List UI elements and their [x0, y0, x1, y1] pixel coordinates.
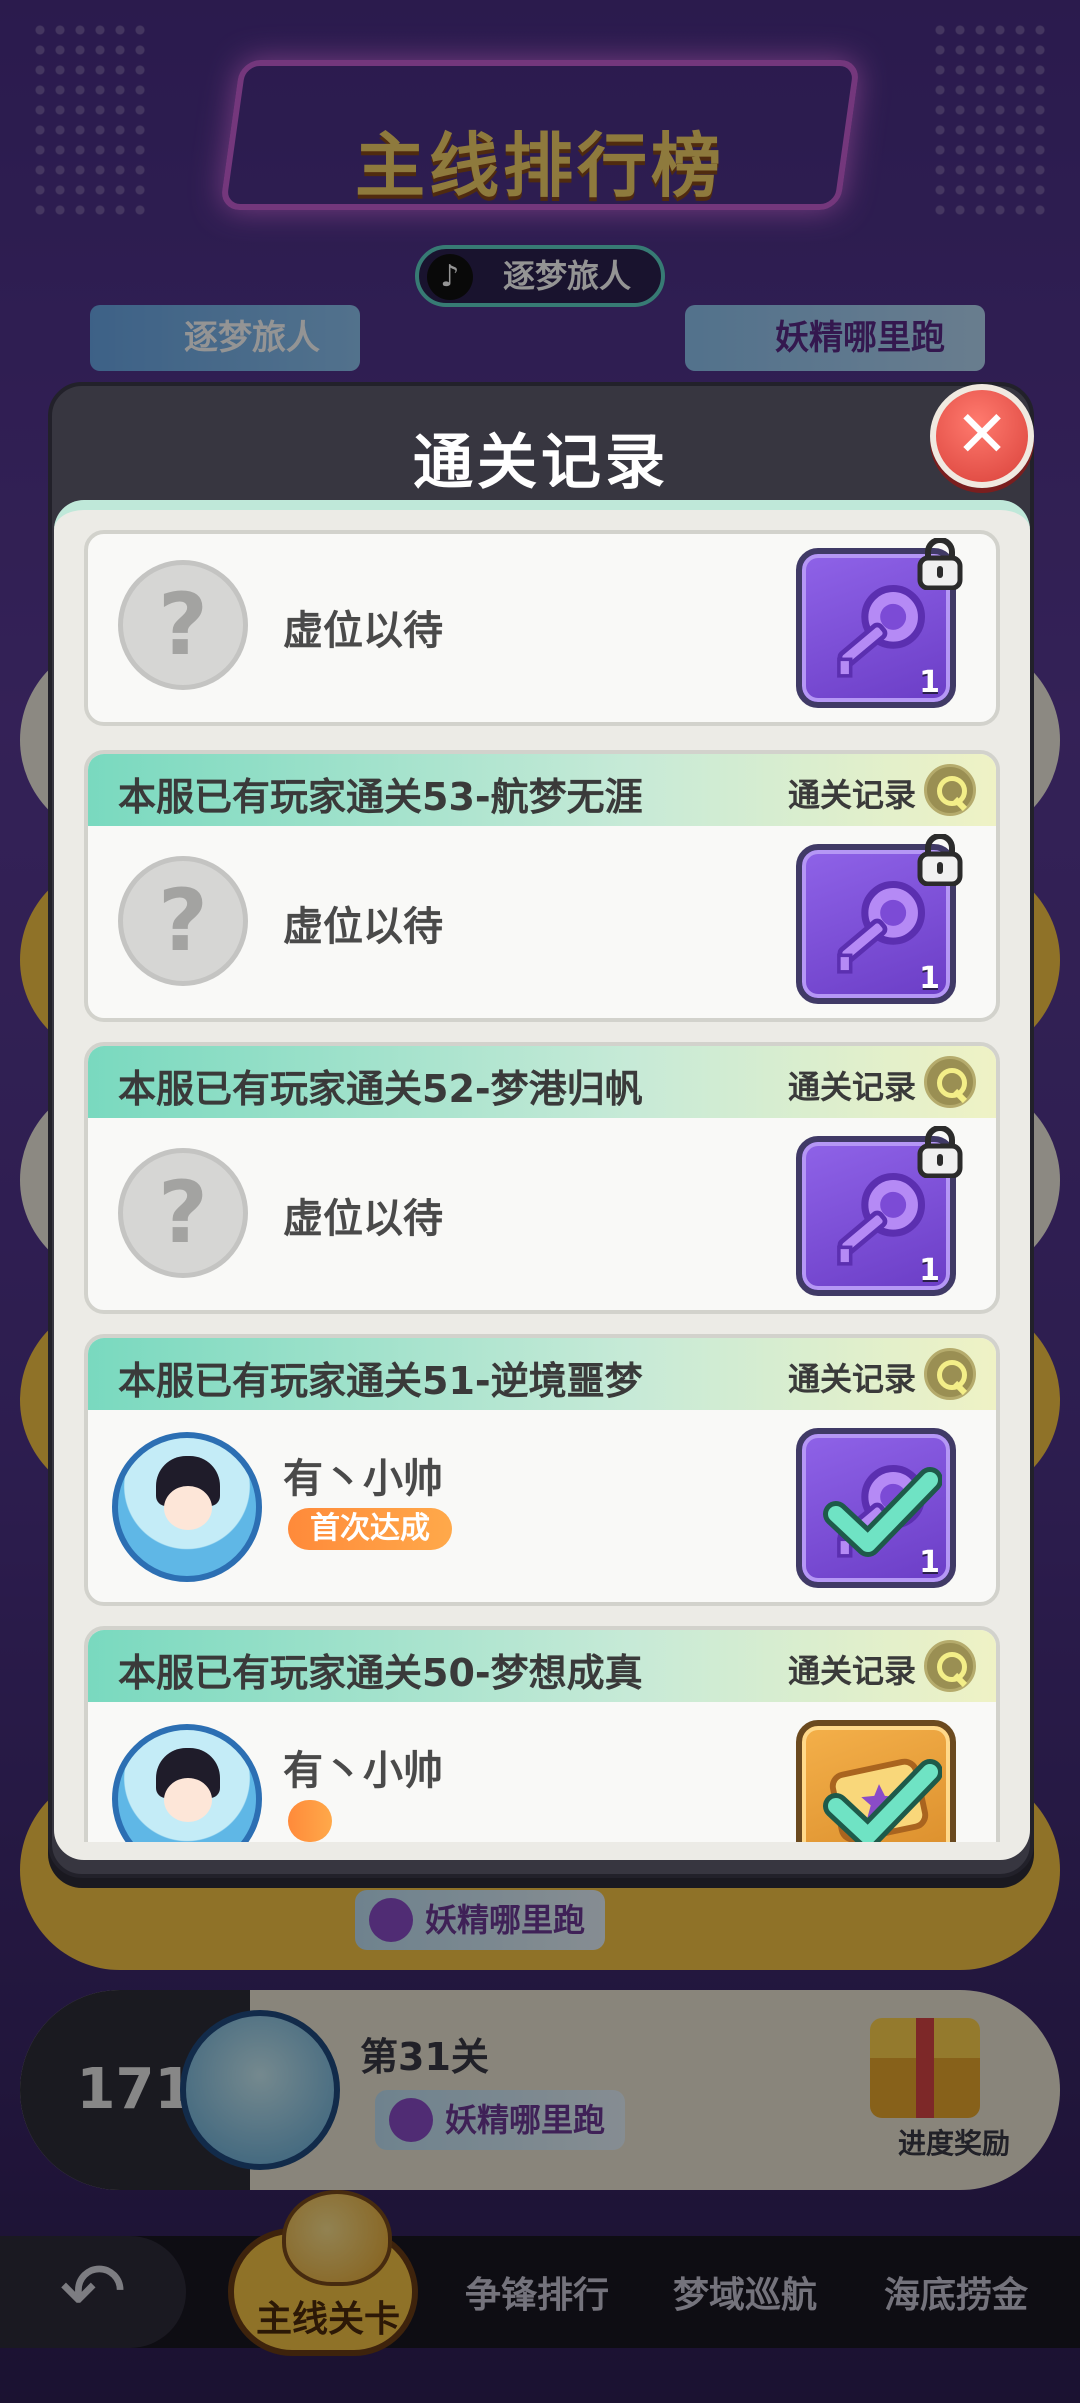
- close-icon: ✕: [955, 398, 1009, 472]
- reward-slot[interactable]: 1: [796, 1126, 963, 1296]
- card-header: 本服已有玩家通关51-逆境噩梦 通关记录: [88, 1338, 996, 1410]
- card-header-title: 本服已有玩家通关50-梦想成真: [118, 1651, 643, 1695]
- card-header: 本服已有玩家通关52-梦港归帆 通关记录: [88, 1046, 996, 1118]
- lock-icon: [917, 538, 963, 590]
- reward-slot[interactable]: [796, 1720, 956, 1842]
- first-clear-badge: 首次达成: [288, 1508, 452, 1550]
- card-header-title: 本服已有玩家通关51-逆境噩梦: [118, 1359, 643, 1403]
- reward-count: 1: [919, 961, 940, 996]
- player-name: 有丶小帅: [283, 1748, 443, 1794]
- player-avatar[interactable]: [112, 1432, 262, 1582]
- card-header: 本服已有玩家通关50-梦想成真 通关记录: [88, 1630, 996, 1702]
- record-card: 本服已有玩家通关53-航梦无涯 通关记录 ? 虚位以待 1: [84, 750, 1000, 1022]
- search-icon[interactable]: [924, 1056, 976, 1108]
- player-name: 虚位以待: [283, 1196, 443, 1242]
- clear-record-link[interactable]: 通关记录: [788, 1646, 916, 1692]
- modal-title: 通关记录: [413, 428, 669, 498]
- clear-record-link[interactable]: 通关记录: [788, 1062, 916, 1108]
- card-header-title: 本服已有玩家通关53-航梦无涯: [118, 775, 643, 819]
- player-name: 有丶小帅: [283, 1456, 443, 1502]
- first-clear-badge: [288, 1800, 332, 1842]
- unknown-player-icon: ?: [118, 560, 248, 690]
- clear-record-link[interactable]: 通关记录: [788, 770, 916, 816]
- reward-count: 1: [919, 665, 940, 700]
- lock-icon: [917, 1126, 963, 1178]
- check-icon: [823, 1759, 942, 1842]
- unknown-player-icon: ?: [118, 1148, 248, 1278]
- record-card: 本服已有玩家通关50-梦想成真 通关记录 有丶小帅: [84, 1626, 1000, 1842]
- search-icon[interactable]: [924, 764, 976, 816]
- record-card: 本服已有玩家通关52-梦港归帆 通关记录 ? 虚位以待 1: [84, 1042, 1000, 1314]
- search-icon[interactable]: [924, 1640, 976, 1692]
- lock-icon: [917, 834, 963, 886]
- player-name: 虚位以待: [283, 904, 443, 950]
- player-avatar[interactable]: [112, 1724, 262, 1842]
- clear-record-link[interactable]: 通关记录: [788, 1354, 916, 1400]
- search-icon[interactable]: [924, 1348, 976, 1400]
- reward-slot[interactable]: 1: [796, 1428, 956, 1588]
- close-button[interactable]: ✕: [930, 384, 1034, 488]
- record-list[interactable]: ? 虚位以待 1 本服已有玩家通关53-航梦无涯 通关记录 ? 虚位以待 1 本…: [84, 530, 1000, 1842]
- reward-slot[interactable]: 1: [796, 538, 963, 708]
- reward-count: 1: [919, 1253, 940, 1288]
- card-header-title: 本服已有玩家通关52-梦港归帆: [118, 1067, 643, 1111]
- unknown-player-icon: ?: [118, 856, 248, 986]
- modal-body: ? 虚位以待 1 本服已有玩家通关53-航梦无涯 通关记录 ? 虚位以待 1 本…: [54, 500, 1030, 1860]
- player-name: 虚位以待: [283, 608, 443, 654]
- record-card: ? 虚位以待 1: [84, 530, 1000, 726]
- reward-slot[interactable]: 1: [796, 834, 963, 1004]
- card-header: 本服已有玩家通关53-航梦无涯 通关记录: [88, 754, 996, 826]
- record-card: 本服已有玩家通关51-逆境噩梦 通关记录 有丶小帅 首次达成 1: [84, 1334, 1000, 1606]
- reward-count: 1: [919, 1545, 940, 1580]
